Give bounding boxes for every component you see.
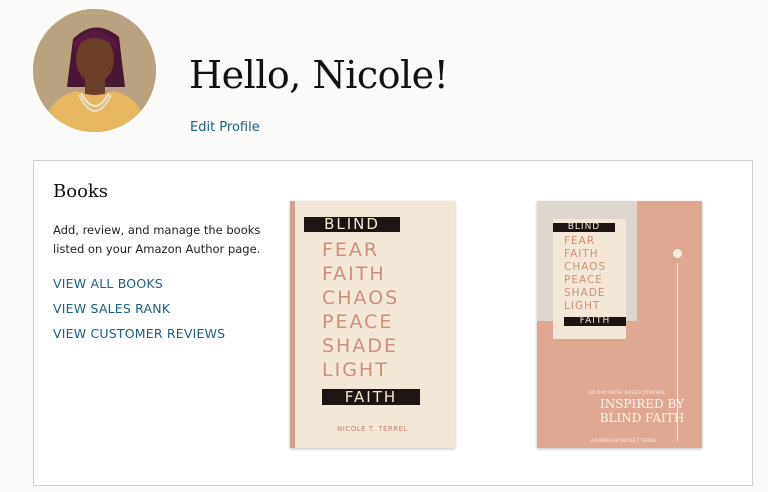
cover-word-faith: FAITH bbox=[564, 317, 626, 326]
cover-word: FAITH bbox=[322, 263, 386, 285]
cover-word: PEACE bbox=[322, 311, 394, 333]
view-all-books-link[interactable]: VIEW ALL BOOKS bbox=[53, 276, 163, 291]
books-card: Books Add, review, and manage the books … bbox=[33, 160, 753, 486]
cover-title-line2: BLIND FAITH bbox=[599, 411, 685, 425]
cover-word: FAITH bbox=[564, 248, 599, 260]
profile-avatar[interactable] bbox=[33, 9, 156, 132]
cover-word: SHADE bbox=[564, 287, 606, 299]
cover-word: SHADE bbox=[322, 335, 398, 357]
books-section-title: Books bbox=[53, 181, 109, 202]
cover-ornament-dot bbox=[673, 249, 682, 258]
book-cover-inspired-by-blind-faith[interactable]: BLIND FEAR FAITH CHAOS PEACE SHADE LIGHT… bbox=[537, 201, 702, 448]
cover-word: FEAR bbox=[564, 235, 596, 247]
book-spine bbox=[290, 201, 295, 448]
cover-word: CHAOS bbox=[564, 261, 607, 273]
cover-word-blind: BLIND bbox=[304, 217, 400, 232]
cover-byline: A JOURNAL BY NICOLE T. TERREL bbox=[591, 438, 657, 443]
cover-word: PEACE bbox=[564, 274, 603, 286]
cover-title: INSPIRED BY BLIND FAITH bbox=[587, 397, 697, 425]
cover-author: NICOLE T. TERREL bbox=[337, 425, 408, 433]
edit-profile-link[interactable]: Edit Profile bbox=[190, 120, 260, 135]
cover-series: 60 DAY FAITH BASED JOURNAL bbox=[589, 391, 666, 396]
view-sales-rank-link[interactable]: VIEW SALES RANK bbox=[53, 301, 170, 316]
cover-paper-panel: BLIND FEAR FAITH CHAOS PEACE SHADE LIGHT… bbox=[553, 219, 626, 339]
profile-photo bbox=[33, 9, 156, 132]
book-cover-blind-faith[interactable]: BLIND FEAR FAITH CHAOS PEACE SHADE LIGHT… bbox=[290, 201, 455, 448]
cover-title-line1: INSPIRED BY bbox=[599, 397, 685, 411]
greeting-heading: Hello, Nicole! bbox=[189, 53, 449, 97]
cover-word-faith: FAITH bbox=[322, 389, 420, 405]
books-description: Add, review, and manage the books listed… bbox=[53, 223, 261, 256]
cover-word: LIGHT bbox=[322, 359, 389, 381]
cover-author: NICOLE T. TERREL bbox=[571, 330, 608, 335]
cover-word-blind: BLIND bbox=[553, 223, 615, 232]
cover-word: CHAOS bbox=[322, 287, 400, 309]
view-customer-reviews-link[interactable]: VIEW CUSTOMER REVIEWS bbox=[53, 326, 225, 341]
cover-word: FEAR bbox=[322, 239, 380, 261]
cover-word: LIGHT bbox=[564, 300, 601, 312]
